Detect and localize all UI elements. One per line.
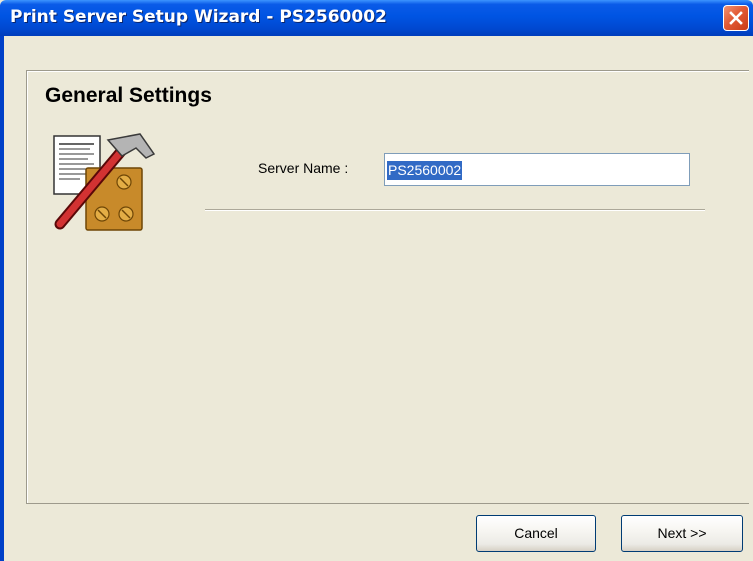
wizard-window: Print Server Setup Wizard - PS2560002 Ge… — [0, 0, 753, 561]
page-title: General Settings — [45, 84, 212, 107]
title-bar[interactable]: Print Server Setup Wizard - PS2560002 — [0, 0, 753, 36]
wizard-settings-icon — [53, 133, 156, 231]
close-icon — [729, 11, 743, 25]
cancel-button[interactable]: Cancel — [476, 515, 596, 552]
window-title: Print Server Setup Wizard - PS2560002 — [10, 7, 387, 27]
window-frame-left — [0, 36, 4, 561]
next-button[interactable]: Next >> — [621, 515, 743, 552]
server-name-value: PS2560002 — [387, 161, 463, 180]
close-button[interactable] — [723, 5, 749, 31]
server-name-input[interactable]: PS2560002 — [384, 153, 690, 186]
separator-line — [205, 209, 705, 211]
server-name-label: Server Name : — [258, 160, 349, 176]
